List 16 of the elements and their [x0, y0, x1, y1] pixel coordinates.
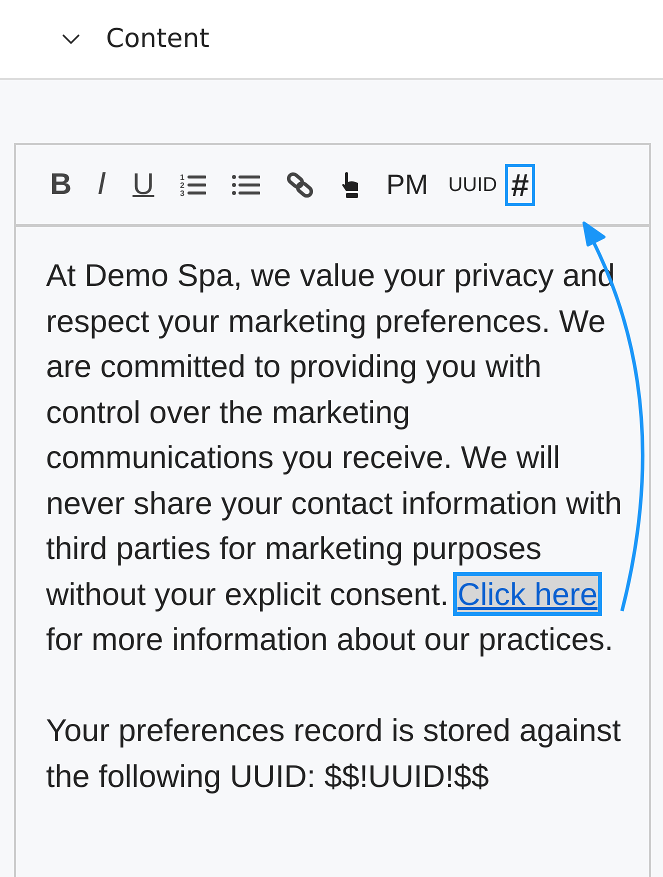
- section-toggle[interactable]: Content: [62, 24, 210, 54]
- section-title: Content: [106, 24, 210, 54]
- bold-button[interactable]: B: [44, 164, 78, 204]
- chevron-icon: [62, 33, 80, 45]
- hash-button[interactable]: #: [505, 164, 535, 206]
- link[interactable]: Click here: [457, 576, 598, 612]
- small-text-button[interactable]: UUID: [442, 170, 504, 200]
- link-icon: [286, 170, 314, 198]
- italic-button[interactable]: I: [92, 164, 113, 204]
- rich-text-editor[interactable]: [14, 143, 651, 877]
- bullet-list-icon: [232, 174, 260, 196]
- pointing-hand-icon: [340, 170, 360, 198]
- text-button[interactable]: PM: [380, 166, 434, 204]
- paragraph: Your preferences record is stored against the following UUID: $$!UUID!$$: [46, 711, 622, 796]
- numbered-list-button[interactable]: 1 2 3: [174, 166, 212, 202]
- underline-button[interactable]: U: [126, 164, 160, 204]
